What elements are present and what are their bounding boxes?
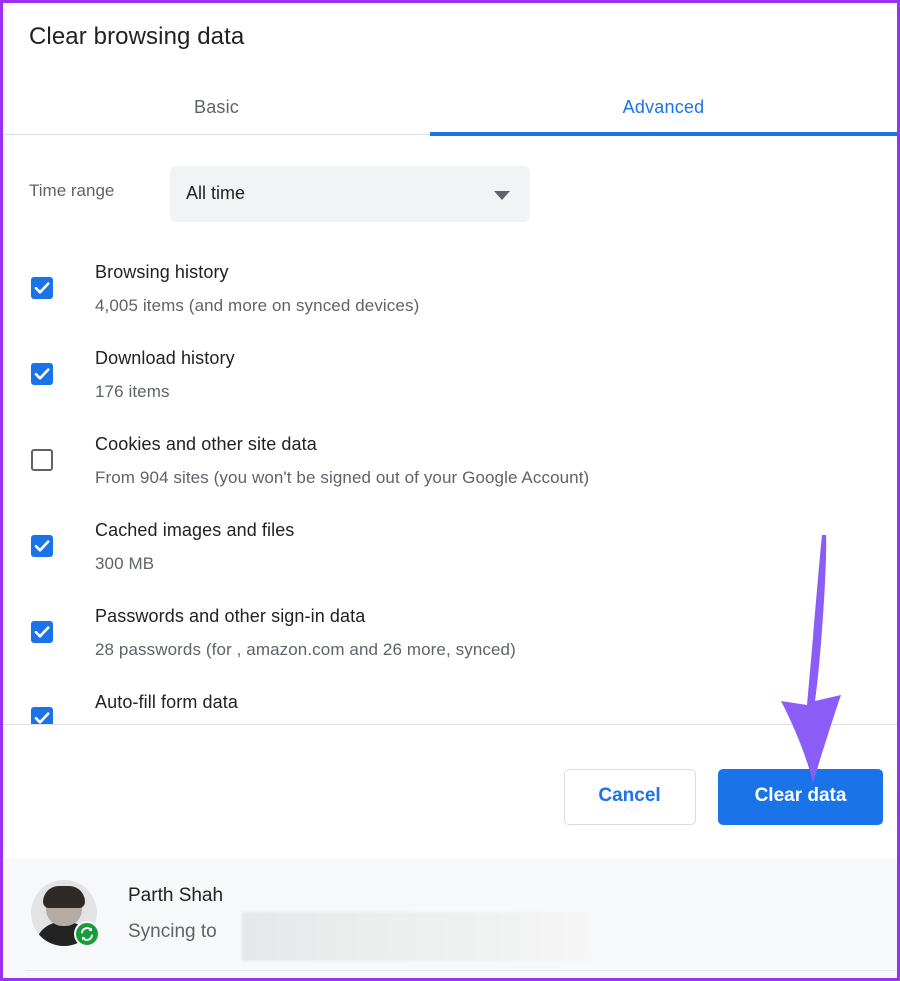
option-description: 4,005 items (and more on synced devices) [95,296,419,316]
option-row-cookies-site-data[interactable]: Cookies and other site data From 904 sit… [3,421,897,507]
option-title: Download history [95,348,235,369]
profile-sync-status: Syncing to [128,921,217,943]
option-title: Auto-fill form data [95,692,238,713]
option-title: Cookies and other site data [95,434,317,455]
clear-data-button[interactable]: Clear data [718,769,883,825]
clear-browsing-data-dialog: Clear browsing data Basic Advanced Time … [0,0,900,981]
option-title: Browsing history [95,262,229,283]
dialog-title: Clear browsing data [29,23,244,51]
checkbox-download-history[interactable] [31,363,53,385]
checkbox-passwords-signin-data[interactable] [31,621,53,643]
chevron-down-icon [494,191,510,200]
sync-icon [74,921,100,947]
dialog-actions: Cancel Clear data [564,769,883,831]
checkbox-autofill-form-data[interactable] [31,707,53,725]
checkbox-browsing-history[interactable] [31,277,53,299]
option-row-autofill-form-data[interactable]: Auto-fill form data [3,679,897,725]
tab-bar: Basic Advanced [3,81,897,136]
option-title: Passwords and other sign-in data [95,606,365,627]
data-type-options-list[interactable]: Browsing history 4,005 items (and more o… [3,249,897,725]
profile-footer-divider [25,970,897,971]
time-range-row: Time range All time [3,163,897,225]
option-row-passwords-signin-data[interactable]: Passwords and other sign-in data 28 pass… [3,593,897,679]
cancel-button[interactable]: Cancel [564,769,696,825]
tab-active-indicator [430,132,897,136]
tab-advanced[interactable]: Advanced [430,81,897,133]
option-row-download-history[interactable]: Download history 176 items [3,335,897,421]
checkbox-cached-images-files[interactable] [31,535,53,557]
option-description: 176 items [95,382,170,402]
option-row-browsing-history[interactable]: Browsing history 4,005 items (and more o… [3,249,897,335]
option-description: From 904 sites (you won't be signed out … [95,468,589,488]
time-range-label: Time range [29,181,114,201]
option-title: Cached images and files [95,520,294,541]
profile-name: Parth Shah [128,885,223,907]
option-row-cached-images-files[interactable]: Cached images and files 300 MB [3,507,897,593]
time-range-selected-value: All time [186,183,245,204]
options-bottom-divider [3,724,897,725]
checkbox-cookies-site-data[interactable] [31,449,53,471]
option-description: 300 MB [95,554,154,574]
redacted-email-region [242,912,590,961]
tab-basic[interactable]: Basic [3,81,430,133]
avatar [31,880,97,946]
time-range-select[interactable]: All time [170,166,530,222]
option-description: 28 passwords (for , amazon.com and 26 mo… [95,640,516,660]
